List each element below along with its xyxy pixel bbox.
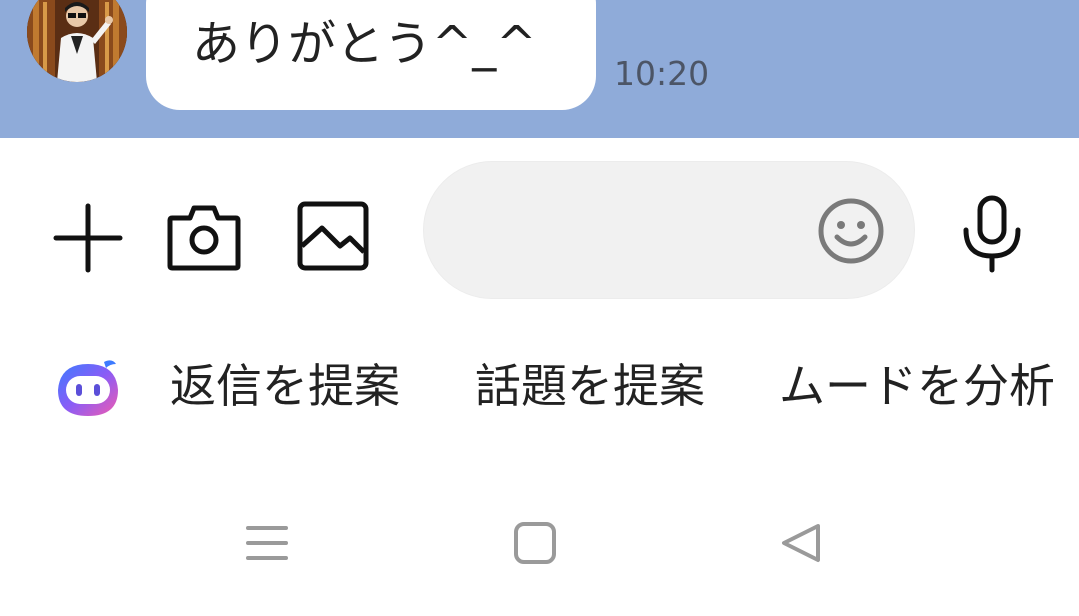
suggest-reply-chip[interactable]: 返信を提案	[170, 356, 400, 416]
message-bubble[interactable]: ありがとう^_^	[146, 0, 596, 110]
image-icon[interactable]	[296, 200, 370, 272]
microphone-icon[interactable]	[960, 194, 1024, 274]
message-text: ありがとう^_^	[192, 16, 537, 72]
message-input-bar	[0, 138, 1079, 328]
message-field[interactable]	[423, 161, 915, 300]
smiley-icon[interactable]	[817, 197, 885, 265]
back-triangle-icon[interactable]	[778, 520, 824, 566]
chat-area: ありがとう^_^ 10:20	[0, 0, 1079, 138]
plus-icon[interactable]	[52, 202, 124, 274]
home-square-icon[interactable]	[512, 520, 558, 566]
menu-lines-icon[interactable]	[240, 520, 294, 566]
system-nav-bar	[0, 500, 1079, 590]
ai-suggestion-bar: 返信を提案 話題を提案 ムードを分析	[0, 340, 1079, 435]
message-timestamp: 10:20	[614, 54, 710, 93]
suggest-topic-chip[interactable]: 話題を提案	[475, 356, 705, 416]
message-input[interactable]	[454, 162, 818, 300]
avatar[interactable]	[27, 0, 127, 82]
analyze-mood-chip[interactable]: ムードを分析	[779, 356, 1055, 416]
assistant-bot-icon[interactable]	[52, 356, 124, 420]
camera-icon[interactable]	[166, 200, 242, 272]
